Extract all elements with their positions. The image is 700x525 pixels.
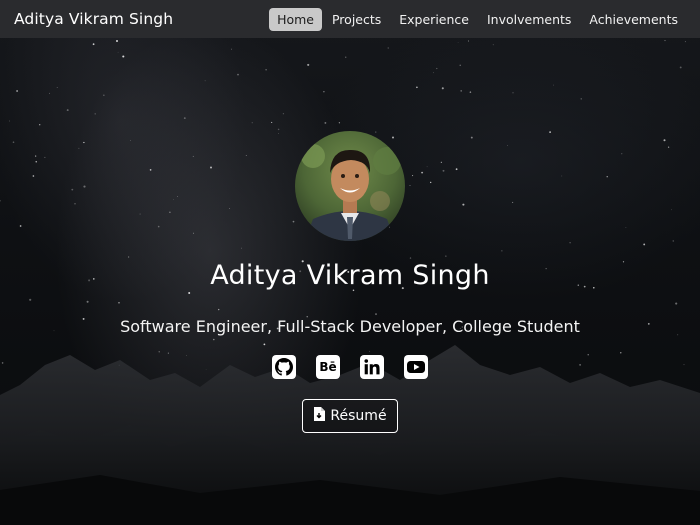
nav-item-projects[interactable]: Projects <box>324 8 389 31</box>
top-navbar: Aditya Vikram Singh Home Projects Experi… <box>0 0 700 38</box>
nav-item-achievements[interactable]: Achievements <box>581 8 686 31</box>
youtube-icon[interactable] <box>404 355 428 379</box>
file-icon <box>313 407 326 425</box>
hero-subtitle: Software Engineer, Full-Stack Developer,… <box>120 317 580 336</box>
linkedin-icon[interactable] <box>360 355 384 379</box>
behance-icon[interactable]: Bē <box>316 355 340 379</box>
hero-name: Aditya Vikram Singh <box>210 260 490 291</box>
brand-name[interactable]: Aditya Vikram Singh <box>14 10 173 28</box>
social-links: Bē <box>0 355 700 379</box>
hero-content: Aditya Vikram Singh Software Engineer, F… <box>0 38 700 525</box>
nav-item-home[interactable]: Home <box>269 7 322 31</box>
nav-item-experience[interactable]: Experience <box>391 8 477 31</box>
nav-item-involvements[interactable]: Involvements <box>479 8 579 31</box>
resume-label: Résumé <box>330 408 387 424</box>
nav-menu: Home Projects Experience Involvements Ac… <box>269 7 686 31</box>
avatar <box>295 131 405 241</box>
resume-button[interactable]: Résumé <box>302 399 398 433</box>
github-icon[interactable] <box>272 355 296 379</box>
